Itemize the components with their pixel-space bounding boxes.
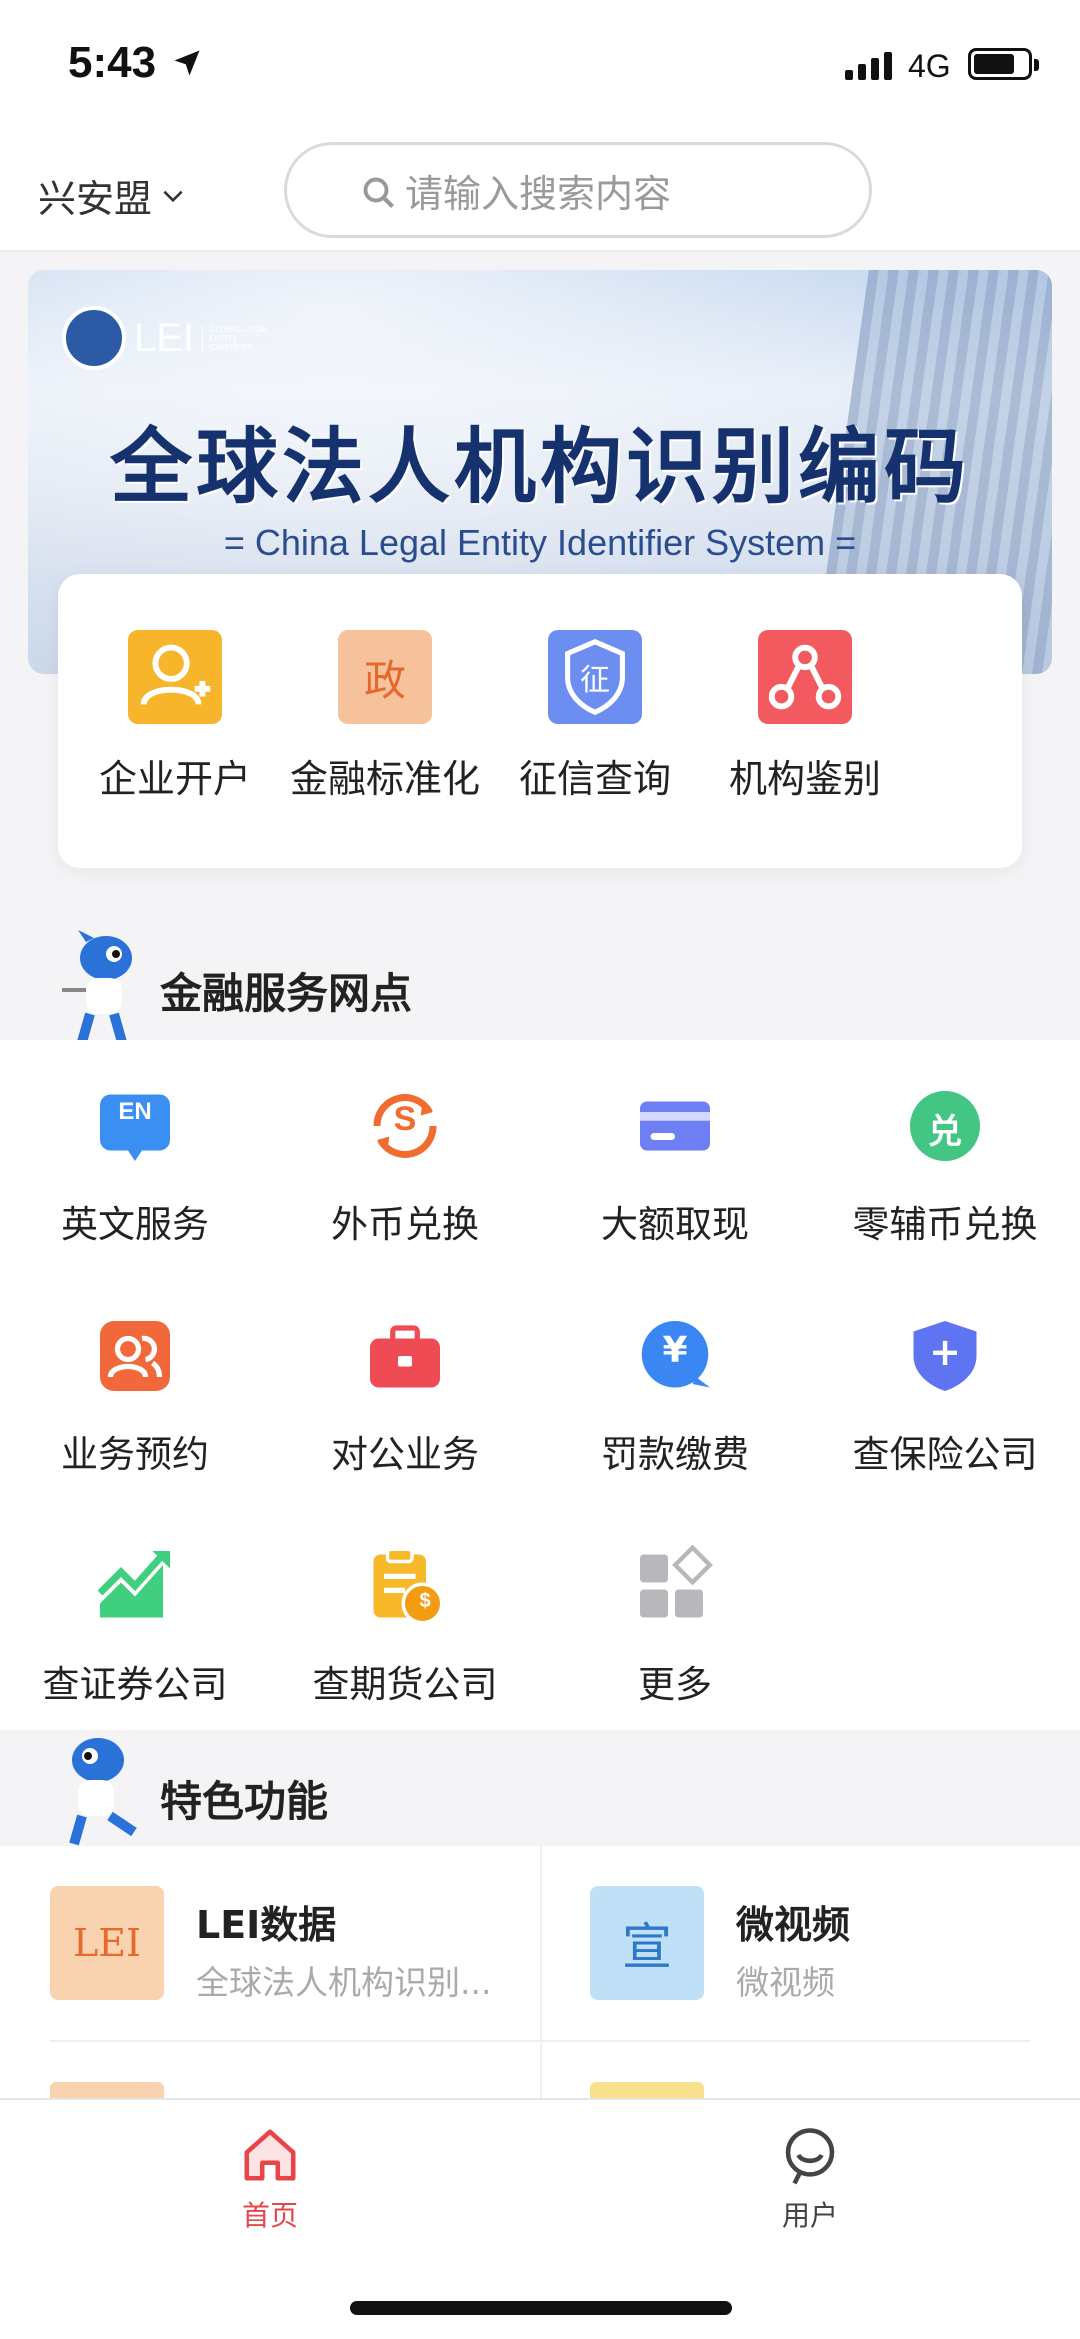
tab-label: 首页 xyxy=(241,2199,298,2232)
user-smile-icon xyxy=(785,2128,835,2185)
lei-logo: LEI GLOBAL LEGAL ENTITY IDENTIFIER xyxy=(62,306,272,370)
banner-title: 全球法人机构识别编码 xyxy=(109,420,970,515)
feature-lei-data[interactable]: LEI LEI数据 全球法人机构识别... xyxy=(50,1886,550,2006)
mascot-dragon-icon xyxy=(62,930,132,1044)
video-thumbnail: 宣 xyxy=(590,1886,704,2000)
service-english[interactable]: EN 英文服务 xyxy=(0,1084,270,1248)
people-icon xyxy=(93,1314,177,1398)
lei-logo-text: LEI xyxy=(134,315,195,360)
yuan-bubble-icon: ¥ xyxy=(633,1314,717,1398)
service-label: 罚款缴费 xyxy=(601,1433,749,1476)
quick-action-label: 企业开户 xyxy=(98,757,251,801)
service-label: 大额取现 xyxy=(601,1203,749,1246)
status-time: 5:43 xyxy=(68,38,157,87)
quick-action-account[interactable]: 企业开户 xyxy=(70,630,280,803)
service-label: 查保险公司 xyxy=(852,1433,1038,1476)
exchange-badge-icon: 兑 xyxy=(903,1084,987,1168)
person-add-icon xyxy=(128,630,222,724)
banner-subtitle: = China Legal Entity Identifier System = xyxy=(223,522,857,563)
service-label: 对公业务 xyxy=(331,1433,479,1476)
service-small-change[interactable]: 兑 零辅币兑换 xyxy=(810,1084,1080,1248)
stock-trend-icon xyxy=(93,1544,177,1628)
service-fx-exchange[interactable]: S 外币兑换 xyxy=(270,1084,540,1248)
insurance-shield-icon: + xyxy=(903,1314,987,1398)
search-icon xyxy=(363,177,394,208)
clipboard-coin-icon: $ xyxy=(363,1544,447,1628)
signal-icon xyxy=(845,50,892,80)
features-list: LEI LEI数据 全球法人机构识别... 宣 微视频 微视频 xyxy=(0,1846,1080,2100)
tab-user[interactable]: 用户 xyxy=(710,2124,910,2234)
zheng-seal-icon: 政 xyxy=(338,630,432,724)
service-label: 零辅币兑换 xyxy=(852,1203,1038,1246)
service-corporate[interactable]: 对公业务 xyxy=(270,1314,540,1478)
quick-action-identify[interactable]: 机构鉴别 xyxy=(700,630,910,803)
globe-icon xyxy=(62,306,126,370)
credit-shield-icon: 征 xyxy=(548,630,642,724)
services-section-title: 金融服务网点 xyxy=(160,969,413,1018)
services-section-header: 金融服务网点 xyxy=(0,930,1080,1044)
service-label: 业务预约 xyxy=(61,1433,209,1476)
lei-thumbnail: LEI xyxy=(50,1886,164,2000)
briefcase-icon xyxy=(363,1314,447,1398)
chevron-down-icon xyxy=(163,190,183,202)
service-more[interactable]: 更多 xyxy=(540,1544,810,1708)
home-icon xyxy=(244,2129,296,2181)
network-type: 4G xyxy=(908,48,951,84)
share-nodes-icon xyxy=(758,630,852,724)
divider xyxy=(50,2040,1030,2042)
service-insurance-lookup[interactable]: + 查保险公司 xyxy=(810,1314,1080,1478)
features-section-title: 特色功能 xyxy=(160,1777,329,1826)
features-section-header: 特色功能 xyxy=(0,1732,1080,1846)
feature-subtitle: 微视频 xyxy=(736,1963,835,2002)
service-securities-lookup[interactable]: 查证券公司 xyxy=(0,1544,270,1708)
service-label: 查期货公司 xyxy=(312,1663,498,1706)
lei-logo-subtext: GLOBAL LEGAL ENTITY IDENTIFIER xyxy=(202,324,272,352)
en-icon: EN xyxy=(93,1084,177,1168)
home-indicator xyxy=(350,2301,732,2315)
battery-icon xyxy=(968,48,1039,80)
top-header: 兴安盟 请输入搜索内容 xyxy=(0,130,1080,252)
feature-title: 微视频 xyxy=(736,1903,851,1947)
feature-subtitle: 全球法人机构识别... xyxy=(196,1963,492,2002)
feature-micro-video[interactable]: 宣 微视频 微视频 xyxy=(590,1886,1080,2006)
tab-home[interactable]: 首页 xyxy=(170,2124,370,2234)
location-arrow-icon xyxy=(174,50,200,76)
more-grid-icon xyxy=(633,1544,717,1628)
feature-title: LEI数据 xyxy=(196,1903,337,1947)
service-large-withdrawal[interactable]: 大额取现 xyxy=(540,1084,810,1248)
quick-action-standardization[interactable]: 政 金融标准化 xyxy=(280,630,490,803)
region-label: 兴安盟 xyxy=(38,177,153,221)
services-grid: EN 英文服务 S 外币兑换 大额取现 兑 零辅币兑换 业务预约 对公业务 ¥ … xyxy=(0,1040,1080,1730)
card-icon xyxy=(633,1084,717,1168)
service-label: 查证券公司 xyxy=(42,1663,228,1706)
service-futures-lookup[interactable]: $ 查期货公司 xyxy=(270,1544,540,1708)
tab-label: 用户 xyxy=(781,2199,838,2232)
quick-action-credit[interactable]: 征 征信查询 xyxy=(490,630,700,803)
quick-action-label: 机构鉴别 xyxy=(728,757,881,801)
service-label: 更多 xyxy=(638,1663,712,1706)
service-label: 外币兑换 xyxy=(331,1203,479,1246)
quick-action-label: 金融标准化 xyxy=(289,757,480,801)
search-input[interactable]: 请输入搜索内容 xyxy=(284,142,872,238)
quick-action-label: 征信查询 xyxy=(518,757,671,801)
currency-exchange-icon: S xyxy=(363,1084,447,1168)
mascot-dragon-icon xyxy=(69,1738,137,1846)
service-label: 英文服务 xyxy=(61,1203,209,1246)
region-selector[interactable]: 兴安盟 xyxy=(38,168,186,223)
search-placeholder: 请输入搜索内容 xyxy=(405,171,672,216)
service-fine-payment[interactable]: ¥ 罚款缴费 xyxy=(540,1314,810,1478)
status-bar: 5:43 4G xyxy=(0,0,1080,130)
service-appointment[interactable]: 业务预约 xyxy=(0,1314,270,1478)
divider xyxy=(540,1846,542,2100)
quick-actions-card: 企业开户 政 金融标准化 征 征信查询 机构鉴别 xyxy=(58,574,1022,868)
